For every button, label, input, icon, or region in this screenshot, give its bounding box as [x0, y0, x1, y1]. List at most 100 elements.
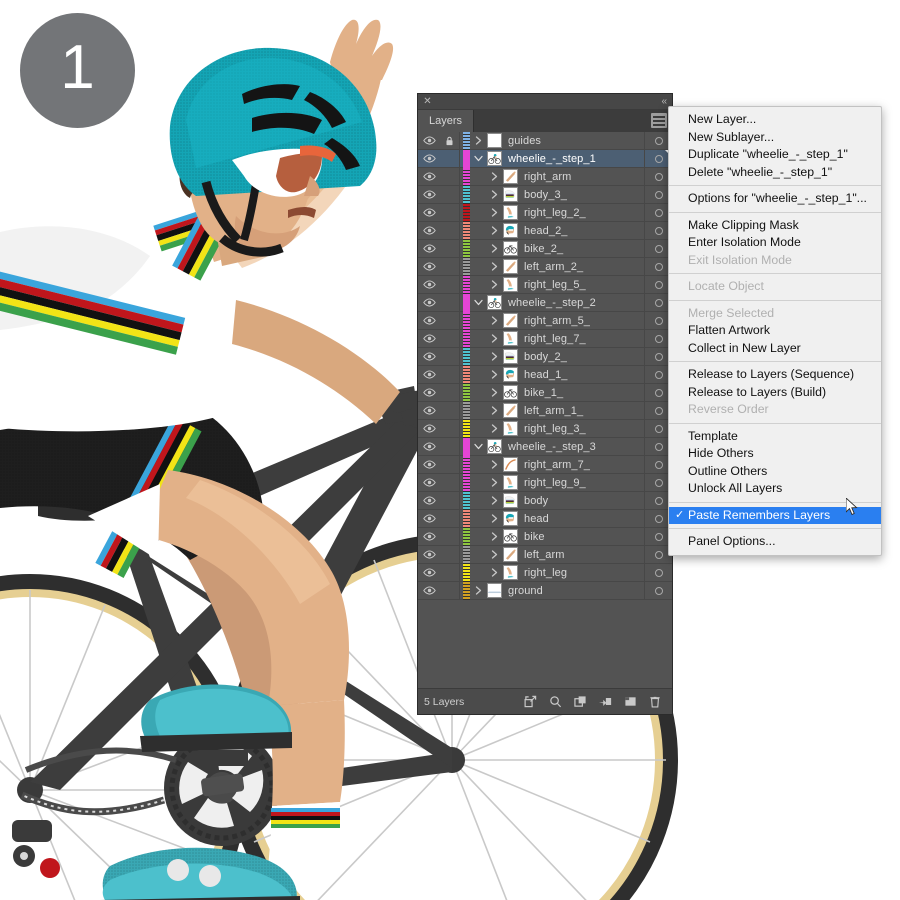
visibility-toggle-eye-icon[interactable]: [418, 442, 440, 451]
lock-toggle-slot[interactable]: [440, 276, 460, 293]
chevron-right-icon[interactable]: [486, 262, 503, 271]
chevron-right-icon[interactable]: [486, 514, 503, 523]
chevron-right-icon[interactable]: [470, 136, 487, 145]
visibility-toggle-eye-icon[interactable]: [418, 316, 440, 325]
lock-toggle-slot[interactable]: [440, 582, 460, 599]
chevron-right-icon[interactable]: [486, 370, 503, 379]
lock-toggle-slot[interactable]: [440, 546, 460, 563]
visibility-toggle-eye-icon[interactable]: [418, 370, 440, 379]
menu-item-hide-others[interactable]: Hide Others: [669, 445, 881, 463]
menu-item-new-layer[interactable]: New Layer...: [669, 111, 881, 129]
layer-row-right_leg_7_[interactable]: right_leg_7_: [418, 329, 672, 348]
lock-toggle-slot[interactable]: [440, 492, 460, 509]
layer-row-bike[interactable]: bike: [418, 527, 672, 546]
layer-name-label[interactable]: right_leg: [524, 567, 644, 579]
chevron-down-icon[interactable]: [470, 443, 487, 450]
menu-item-release-to-layers-sequence[interactable]: Release to Layers (Sequence): [669, 366, 881, 384]
tab-layers[interactable]: Layers: [418, 110, 475, 132]
visibility-toggle-eye-icon[interactable]: [418, 172, 440, 181]
layer-name-label[interactable]: wheelie_-_step_3: [508, 441, 644, 453]
visibility-toggle-eye-icon[interactable]: [418, 478, 440, 487]
chevron-right-icon[interactable]: [486, 226, 503, 235]
menu-item-options-for-wheelie-step-1[interactable]: Options for "wheelie_-_step_1"...: [669, 190, 881, 208]
chevron-right-icon[interactable]: [486, 334, 503, 343]
visibility-toggle-eye-icon[interactable]: [418, 388, 440, 397]
layer-row-wheelie_-_step_3[interactable]: wheelie_-_step_3: [418, 437, 672, 456]
visibility-toggle-eye-icon[interactable]: [418, 226, 440, 235]
visibility-toggle-eye-icon[interactable]: [418, 262, 440, 271]
layer-row-left_arm[interactable]: left_arm: [418, 545, 672, 564]
layer-row-left_arm_1_[interactable]: left_arm_1_: [418, 401, 672, 420]
layer-name-label[interactable]: right_arm_7_: [524, 459, 644, 471]
menu-item-duplicate-wheelie-step-1[interactable]: Duplicate "wheelie_-_step_1": [669, 146, 881, 164]
menu-item-release-to-layers-build[interactable]: Release to Layers (Build): [669, 384, 881, 402]
layer-name-label[interactable]: wheelie_-_step_1: [508, 153, 644, 165]
visibility-toggle-eye-icon[interactable]: [418, 460, 440, 469]
lock-toggle-slot[interactable]: [440, 456, 460, 473]
layer-row-body_3_[interactable]: body_3_: [418, 185, 672, 204]
layer-name-label[interactable]: head_2_: [524, 225, 644, 237]
layer-name-label[interactable]: bike: [524, 531, 644, 543]
lock-toggle-slot[interactable]: [440, 330, 460, 347]
layer-name-label[interactable]: body: [524, 495, 644, 507]
layer-row-bike_1_[interactable]: bike_1_: [418, 383, 672, 402]
lock-toggle-slot[interactable]: [440, 150, 460, 167]
lock-toggle-slot[interactable]: [440, 222, 460, 239]
visibility-toggle-eye-icon[interactable]: [418, 280, 440, 289]
lock-toggle-slot[interactable]: [440, 402, 460, 419]
lock-icon[interactable]: [440, 132, 460, 149]
lock-toggle-slot[interactable]: [440, 348, 460, 365]
lock-toggle-slot[interactable]: [440, 384, 460, 401]
visibility-toggle-eye-icon[interactable]: [418, 496, 440, 505]
layer-target-indicator[interactable]: [644, 582, 672, 599]
chevron-right-icon[interactable]: [486, 280, 503, 289]
make-clipping-mask-button[interactable]: [523, 695, 537, 709]
layer-name-label[interactable]: guides: [508, 135, 644, 147]
lock-toggle-slot[interactable]: [440, 438, 460, 455]
visibility-toggle-eye-icon[interactable]: [418, 298, 440, 307]
lock-toggle-slot[interactable]: [440, 564, 460, 581]
chevron-right-icon[interactable]: [486, 388, 503, 397]
chevron-right-icon[interactable]: [486, 550, 503, 559]
visibility-toggle-eye-icon[interactable]: [418, 550, 440, 559]
menu-item-template[interactable]: Template: [669, 428, 881, 446]
layer-row-bike_2_[interactable]: bike_2_: [418, 239, 672, 258]
chevron-right-icon[interactable]: [486, 406, 503, 415]
layer-name-label[interactable]: ground: [508, 585, 644, 597]
layer-row-right_leg_3_[interactable]: right_leg_3_: [418, 419, 672, 438]
layer-row-wheelie_-_step_1[interactable]: wheelie_-_step_1: [418, 149, 672, 168]
layer-name-label[interactable]: right_leg_9_: [524, 477, 644, 489]
panel-menu-icon[interactable]: [651, 113, 667, 128]
chevron-down-icon[interactable]: [470, 155, 487, 162]
lock-toggle-slot[interactable]: [440, 258, 460, 275]
lock-toggle-slot[interactable]: [440, 168, 460, 185]
delete-selection-button[interactable]: [648, 695, 662, 709]
visibility-toggle-eye-icon[interactable]: [418, 424, 440, 433]
chevron-right-icon[interactable]: [486, 190, 503, 199]
layers-panel-context-menu[interactable]: New Layer... New Sublayer... Duplicate "wh…: [668, 106, 882, 556]
collapse-panel-icon[interactable]: «: [661, 95, 667, 108]
layer-name-label[interactable]: right_arm: [524, 171, 644, 183]
layer-row-ground[interactable]: ground: [418, 581, 672, 600]
layer-row-right_leg[interactable]: right_leg: [418, 563, 672, 582]
chevron-right-icon[interactable]: [486, 478, 503, 487]
menu-item-panel-options[interactable]: Panel Options...: [669, 533, 881, 551]
chevron-right-icon[interactable]: [486, 568, 503, 577]
layer-name-label[interactable]: wheelie_-_step_2: [508, 297, 644, 309]
lock-toggle-slot[interactable]: [440, 240, 460, 257]
lock-toggle-slot[interactable]: [440, 510, 460, 527]
visibility-toggle-eye-icon[interactable]: [418, 532, 440, 541]
layer-row-right_arm_5_[interactable]: right_arm_5_: [418, 311, 672, 330]
layer-name-label[interactable]: right_leg_2_: [524, 207, 644, 219]
visibility-toggle-eye-icon[interactable]: [418, 352, 440, 361]
lock-toggle-slot[interactable]: [440, 366, 460, 383]
menu-item-unlock-all-layers[interactable]: Unlock All Layers: [669, 480, 881, 498]
layer-row-guides[interactable]: guides: [418, 131, 672, 150]
menu-item-collect-in-new-layer[interactable]: Collect in New Layer: [669, 340, 881, 358]
menu-item-outline-others[interactable]: Outline Others: [669, 463, 881, 481]
lock-toggle-slot[interactable]: [440, 474, 460, 491]
layer-name-label[interactable]: head: [524, 513, 644, 525]
lock-toggle-slot[interactable]: [440, 204, 460, 221]
menu-item-enter-isolation-mode[interactable]: Enter Isolation Mode: [669, 234, 881, 252]
chevron-right-icon[interactable]: [486, 460, 503, 469]
